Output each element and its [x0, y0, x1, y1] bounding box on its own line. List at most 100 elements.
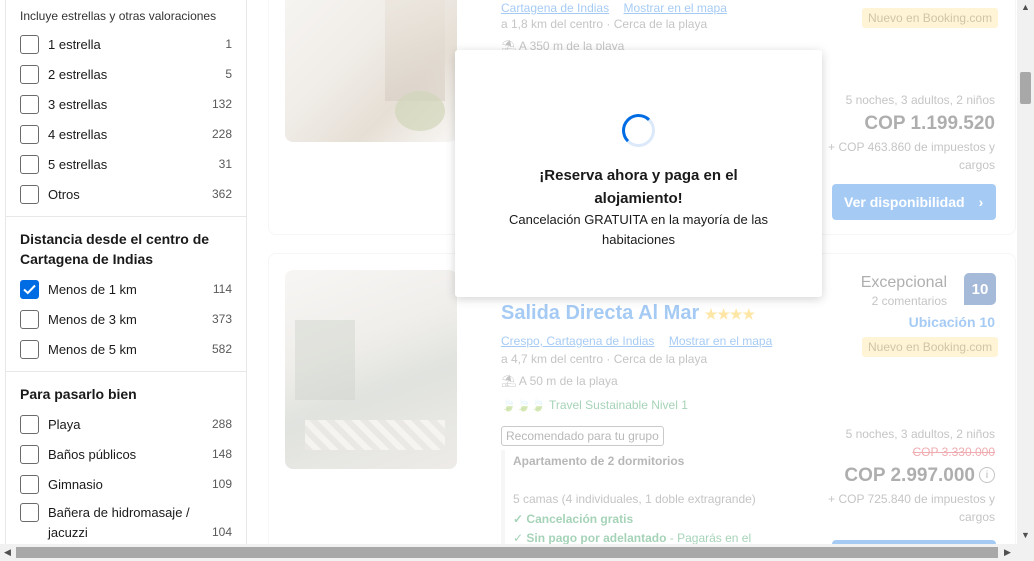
checkbox[interactable]	[20, 34, 39, 54]
filter-count: 582	[211, 342, 232, 356]
filter-less-5km[interactable]: Menos de 5 km 582	[20, 338, 232, 360]
filter-gym[interactable]: Gimnasio 109	[20, 473, 232, 495]
filter-hot-tub[interactable]: Bañera de hidromasaje / jacuzzi 104	[20, 503, 232, 545]
filter-less-1km[interactable]: Menos de 1 km 114	[20, 278, 232, 300]
checkbox[interactable]	[20, 124, 39, 144]
no-prepay-row: ✓ Sin pago por adelantado - Pagarás en e…	[513, 531, 751, 545]
modal-subtitle: Cancelación GRATUITA en la mayoría de la…	[509, 212, 768, 247]
modal-title: ¡Reserva ahora y paga en el alojamiento!	[539, 167, 738, 207]
review-word: Excepcional	[860, 274, 947, 291]
location-row: Crespo, Cartagena de Indias Mostrar en e…	[501, 332, 772, 350]
checkbox[interactable]	[20, 184, 39, 204]
old-price: COP 3.330.000	[912, 445, 995, 459]
stay-summary: 5 noches, 3 adultos, 2 niños	[845, 93, 995, 107]
scroll-up-icon[interactable]: ▲	[1021, 2, 1030, 12]
checkbox[interactable]	[20, 154, 39, 174]
divider	[6, 216, 246, 217]
new-badge: Nuevo en Booking.com	[862, 8, 999, 28]
see-availability-button[interactable]: Ver disponibilidad ›	[832, 184, 996, 220]
no-prepay-text: Sin pago por adelantado	[526, 531, 667, 545]
filter-4-stars[interactable]: 4 estrellas 228	[20, 123, 232, 145]
info-icon[interactable]: i	[979, 467, 995, 483]
distance-text: a 4,7 km del centro	[501, 352, 604, 366]
filter-less-3km[interactable]: Menos de 3 km 373	[20, 308, 232, 330]
free-cancellation-text: Cancelación gratis	[526, 512, 634, 526]
location-link[interactable]: Cartagena de Indias	[501, 1, 609, 15]
filter-label: 5 estrellas	[48, 156, 108, 172]
checkbox[interactable]	[20, 474, 39, 494]
filter-label: Bañera de hidromasaje / jacuzzi	[48, 505, 190, 540]
checkbox[interactable]	[20, 94, 39, 114]
filter-label: Gimnasio	[48, 476, 103, 492]
scroll-right-icon[interactable]: ▶	[1004, 547, 1011, 558]
filter-count: 373	[211, 312, 232, 326]
show-map-link[interactable]: Mostrar en el mapa	[624, 1, 727, 15]
filter-1-star[interactable]: 1 estrella 1	[20, 33, 232, 55]
check-icon: ✓	[513, 531, 524, 545]
filter-label: 4 estrellas	[48, 126, 108, 142]
filter-count: 362	[211, 187, 232, 201]
checkbox[interactable]	[20, 64, 39, 84]
checkbox[interactable]	[20, 444, 39, 464]
distance-row: a 4,7 km del centro · Cerca de la playa	[501, 352, 708, 366]
unit-type: Apartamento de 2 dormitorios	[513, 454, 685, 468]
filter-count: 132	[211, 97, 232, 111]
pay-at-property-modal: ¡Reserva ahora y paga en el alojamiento!…	[455, 50, 822, 297]
filter-label: Menos de 5 km	[48, 341, 137, 357]
free-cancellation-row: ✓ Cancelación gratis	[513, 512, 633, 526]
taxes-text: + COP 463.860 de impuestos y cargos	[828, 140, 995, 172]
property-title[interactable]: Salida Directa Al Mar ★★★★	[501, 302, 755, 325]
filter-label: Playa	[48, 416, 81, 432]
filter-label: Baños públicos	[48, 446, 137, 462]
filter-count: 114	[212, 282, 232, 296]
sustainable-row[interactable]: 🍃🍃🍃 Travel Sustainable Nivel 1	[501, 398, 688, 412]
filter-5-stars[interactable]: 5 estrellas 31	[20, 153, 232, 175]
filter-count: 1	[225, 37, 232, 51]
filter-3-stars[interactable]: 3 estrellas 132	[20, 93, 232, 115]
no-prepay-tail: - Pagarás en el	[669, 531, 752, 545]
filter-beach[interactable]: Playa 288	[20, 413, 232, 435]
check-icon	[23, 284, 36, 294]
scroll-thumb[interactable]	[16, 547, 998, 558]
checkbox[interactable]	[20, 414, 39, 434]
checkbox[interactable]	[20, 339, 39, 359]
beach-distance-text: A 50 m de la playa	[518, 374, 618, 388]
filter-others[interactable]: Otros 362	[20, 183, 232, 205]
show-map-link[interactable]: Mostrar en el mapa	[669, 334, 772, 348]
filter-count: 104	[211, 525, 232, 539]
filter-count: 109	[211, 477, 232, 491]
scroll-thumb[interactable]	[1020, 72, 1031, 104]
recommended-badge: Recomendado para tu grupo	[501, 426, 664, 446]
beach-near-text: Cerca de la playa	[613, 17, 708, 31]
filter-label: Otros	[48, 186, 80, 202]
loading-spinner-icon	[622, 114, 655, 147]
scroll-down-icon[interactable]: ▼	[1021, 530, 1030, 540]
filters-sidebar: Incluye estrellas y otras valoraciones 1…	[5, 0, 247, 561]
rating-filter-subtitle: Incluye estrellas y otras valoraciones	[20, 9, 217, 23]
filter-count: 288	[211, 417, 232, 431]
leaf-icon: 🍃🍃🍃	[501, 398, 546, 412]
new-badge: Nuevo en Booking.com	[862, 337, 999, 357]
filter-2-stars[interactable]: 2 estrellas 5	[20, 63, 232, 85]
property-photo[interactable]	[285, 270, 457, 469]
checkbox-checked[interactable]	[20, 279, 39, 299]
check-icon: ✓	[513, 512, 524, 526]
property-name[interactable]: Salida Directa Al Mar	[501, 302, 699, 324]
review-score[interactable]: 10	[964, 273, 996, 305]
distance-filter-title: Distancia desde el centro de Cartagena d…	[20, 231, 210, 267]
checkbox[interactable]	[20, 503, 39, 522]
beach-near-text: Cerca de la playa	[613, 352, 708, 366]
filter-label: 3 estrellas	[48, 96, 108, 112]
beach-icon: ⛱	[501, 374, 517, 388]
vertical-scrollbar[interactable]: ▲ ▼	[1017, 0, 1034, 544]
beds-text: 5 camas (4 individuales, 1 doble extragr…	[513, 492, 756, 506]
filter-public-baths[interactable]: Baños públicos 148	[20, 443, 232, 465]
filter-count: 5	[225, 67, 232, 81]
filter-label: Menos de 1 km	[48, 281, 137, 297]
scroll-left-icon[interactable]: ◀	[4, 547, 11, 558]
checkbox[interactable]	[20, 309, 39, 329]
property-photo[interactable]	[285, 0, 457, 142]
distance-row: a 1,8 km del centro · Cerca de la playa	[501, 17, 708, 31]
location-link[interactable]: Crespo, Cartagena de Indias	[501, 334, 654, 348]
horizontal-scrollbar[interactable]: ◀ ▶	[0, 544, 1034, 561]
